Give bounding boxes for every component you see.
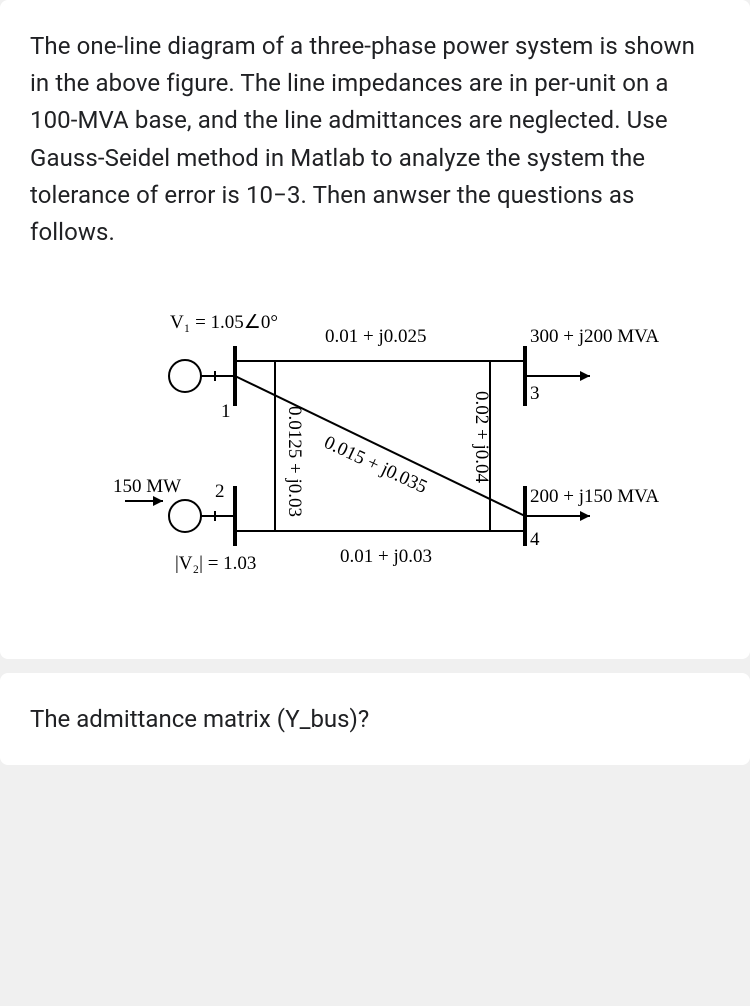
line24-impedance-label: 0.01 + j0.03 [340, 546, 432, 568]
bus1-voltage-label: V₁ = 1.05∠0° [170, 311, 278, 334]
diagram-container: V₁ = 1.05∠0° 0.01 + j0.025 300 + j200 MV… [30, 291, 720, 631]
bus2-number: 2 [215, 481, 225, 503]
question-text: The admittance matrix (Y_bus)? [30, 701, 720, 737]
bus4-load-label: 200 + j150 MVA [530, 486, 659, 508]
question-card: The admittance matrix (Y_bus)? [0, 673, 750, 765]
bus1-number: 1 [221, 401, 231, 423]
bus2-power-label: 150 MW [113, 476, 181, 498]
problem-card: The one-line diagram of a three-phase po… [0, 0, 750, 659]
bus2-voltage-label: |V₂| = 1.03 [175, 553, 256, 575]
bus3-number: 3 [530, 383, 540, 405]
bus3-load-label: 300 + j200 MVA [530, 326, 659, 348]
bus4-number: 4 [530, 529, 540, 551]
line12-impedance-label: 0.0125 + j0.03 [283, 406, 305, 517]
one-line-diagram: V₁ = 1.05∠0° 0.01 + j0.025 300 + j200 MV… [95, 291, 655, 631]
line13-impedance-label: 0.01 + j0.025 [325, 326, 427, 348]
line34-impedance-label: 0.02 + j0.04 [470, 391, 492, 483]
problem-statement: The one-line diagram of a three-phase po… [30, 28, 720, 251]
